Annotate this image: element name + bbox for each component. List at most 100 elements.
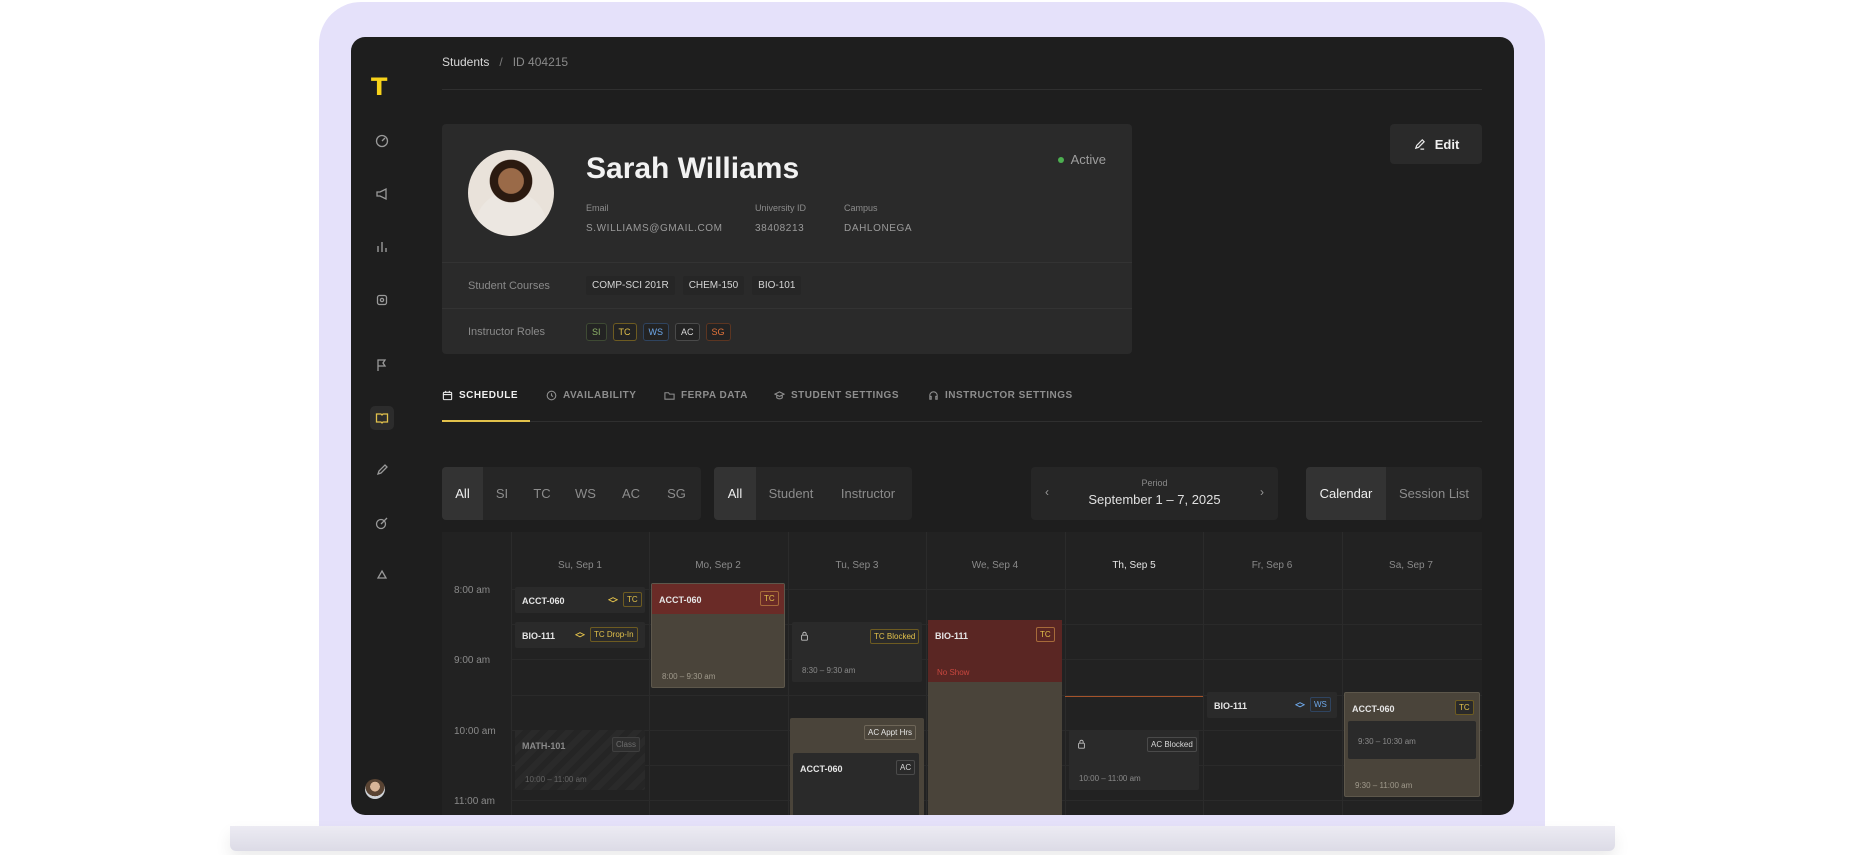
role-filter-tc[interactable]: TC xyxy=(521,467,563,520)
bar-chart-icon[interactable] xyxy=(370,235,394,259)
event-tag: AC xyxy=(896,760,916,775)
event-card[interactable]: ACCT-060 TC 8:00 – 9:30 am xyxy=(651,583,785,688)
event-card[interactable]: ACCT-060 TC 9:30 – 10:30 am 9:30 – 11:00… xyxy=(1344,692,1480,797)
role-filter-ws[interactable]: WS xyxy=(563,467,608,520)
event-card[interactable]: ACCT-060 AC xyxy=(793,753,919,815)
day-header: Sa, Sep 7 xyxy=(1389,560,1433,571)
headset-icon xyxy=(929,391,938,400)
calendar-icon xyxy=(442,390,453,401)
event-title: ACCT-060 xyxy=(1352,704,1395,714)
blocked-event-card[interactable]: AC Blocked 10:00 – 11:00 am xyxy=(1069,730,1199,790)
day-header: Su, Sep 1 xyxy=(558,560,602,571)
type-filter-instructor[interactable]: Instructor xyxy=(826,467,910,520)
next-week-button[interactable]: › xyxy=(1260,485,1264,499)
event-tag: AC Blocked xyxy=(1147,737,1197,752)
university-id-value: 38408213 xyxy=(755,223,805,234)
event-time: 9:30 – 10:30 am xyxy=(1358,737,1416,746)
clock-icon xyxy=(546,390,557,401)
event-card[interactable]: BIO-111 TC Drop-In xyxy=(515,622,645,648)
instructor-roles-label: Instructor Roles xyxy=(468,325,546,338)
event-time: 8:00 – 9:30 am xyxy=(662,672,716,681)
type-filter-all[interactable]: All xyxy=(714,467,756,520)
edit-button[interactable]: Edit xyxy=(1390,124,1482,164)
period-picker: ‹ Period September 1 – 7, 2025 › xyxy=(1031,467,1278,520)
lock-icon xyxy=(1078,739,1085,749)
tab-label: STUDENT SETTINGS xyxy=(791,390,900,401)
time-label: 10:00 am xyxy=(454,726,496,737)
status-dot xyxy=(1057,156,1064,163)
event-tag: TC Drop-In xyxy=(590,627,638,642)
event-title: BIO-111 xyxy=(522,631,556,641)
event-title: ACCT-060 xyxy=(522,596,565,606)
event-tag: WS xyxy=(1310,697,1331,712)
course-chip: BIO-101 xyxy=(752,276,802,295)
header-divider xyxy=(442,89,1482,90)
period-value: September 1 – 7, 2025 xyxy=(1088,492,1221,507)
tab-instructor-settings[interactable]: INSTRUCTOR SETTINGS xyxy=(928,390,1073,422)
event-tag: TC Blocked xyxy=(870,629,920,644)
day-header-today: Th, Sep 5 xyxy=(1112,560,1156,571)
time-label: 9:00 am xyxy=(454,655,491,666)
appt-hours-block[interactable]: AC Appt Hrs ACCT-060 AC xyxy=(790,718,924,815)
app-screen: T Students / ID 404215 Sarah Williams Acti… xyxy=(351,37,1514,815)
book-icon[interactable] xyxy=(370,406,394,430)
megaphone-icon[interactable] xyxy=(370,182,394,206)
time-label: 8:00 am xyxy=(454,585,491,596)
nav-rail: T xyxy=(351,37,413,815)
course-chip: COMP-SCI 201R xyxy=(586,276,675,295)
event-time: 8:30 – 9:30 am xyxy=(802,666,856,675)
course-chip: CHEM-150 xyxy=(682,276,745,295)
event-time: 10:00 – 11:00 am xyxy=(1079,774,1141,783)
event-title: ACCT-060 xyxy=(659,595,702,605)
view-calendar-button[interactable]: Calendar xyxy=(1306,467,1386,520)
email-field: Email S.WILLIAMS@GMAIL.COM xyxy=(586,203,723,234)
tab-availability[interactable]: AVAILABILITY xyxy=(546,390,636,422)
graduation-cap-icon xyxy=(608,597,618,603)
event-tag: AC Appt Hrs xyxy=(864,725,917,740)
target-icon[interactable] xyxy=(370,511,394,535)
puzzle-icon[interactable] xyxy=(370,288,394,312)
tab-label: INSTRUCTOR SETTINGS xyxy=(945,390,1073,401)
event-card[interactable]: BIO-111 WS xyxy=(1207,692,1337,718)
tab-ferpa-data[interactable]: FERPA DATA xyxy=(664,390,748,422)
class-event-card[interactable]: MATH-101 Class 10:00 – 11:00 am xyxy=(515,730,645,790)
user-avatar[interactable] xyxy=(365,779,385,799)
type-filter-student[interactable]: Student xyxy=(756,467,826,520)
day-header: Mo, Sep 2 xyxy=(695,560,741,571)
student-courses-label: Student Courses xyxy=(468,279,550,292)
type-filter: All Student Instructor xyxy=(714,467,912,520)
event-time: 10:00 – 11:00 am xyxy=(525,775,587,784)
event-title: ACCT-060 xyxy=(800,764,843,774)
dashboard-icon[interactable] xyxy=(370,129,394,153)
breadcrumb: Students / ID 404215 xyxy=(442,55,568,69)
no-show-event-card[interactable]: BIO-111 TC No Show xyxy=(928,620,1062,815)
time-label: 11:00 am xyxy=(454,796,495,807)
pencil-icon[interactable] xyxy=(370,458,394,482)
view-session-list-button[interactable]: Session List xyxy=(1386,467,1482,520)
event-title: BIO-111 xyxy=(935,631,969,641)
role-filter-ac[interactable]: AC xyxy=(608,467,654,520)
status-text: Active xyxy=(1070,152,1106,167)
role-filter-si[interactable]: SI xyxy=(483,467,521,520)
event-card[interactable]: 9:30 – 10:30 am xyxy=(1348,721,1476,759)
day-header: Tu, Sep 3 xyxy=(835,560,879,571)
email-value: S.WILLIAMS@GMAIL.COM xyxy=(586,223,723,234)
device-frame: T Students / ID 404215 Sarah Williams Acti… xyxy=(0,0,1860,855)
flag-icon[interactable] xyxy=(370,353,394,377)
current-time-line xyxy=(1065,696,1203,697)
role-filter-all[interactable]: All xyxy=(442,467,483,520)
role-filter-sg[interactable]: SG xyxy=(654,467,699,520)
tab-student-settings[interactable]: STUDENT SETTINGS xyxy=(774,390,899,422)
recycle-icon[interactable] xyxy=(370,564,394,588)
student-courses-row: Student Courses COMP-SCI 201R CHEM-150 B… xyxy=(442,262,1132,308)
event-tag: TC xyxy=(760,591,779,606)
edit-button-label: Edit xyxy=(1434,136,1460,152)
campus-field: Campus DAHLONEGA xyxy=(844,203,912,234)
blocked-event-card[interactable]: TC Blocked 8:30 – 9:30 am xyxy=(792,622,922,682)
role-chip-ws: WS xyxy=(642,322,670,341)
breadcrumb-students-link[interactable]: Students xyxy=(442,55,489,69)
event-card[interactable]: ACCT-060 TC xyxy=(515,587,645,613)
period-label: Period xyxy=(1141,478,1168,488)
tab-schedule[interactable]: SCHEDULE xyxy=(442,390,531,422)
app-logo[interactable]: T xyxy=(371,73,387,101)
